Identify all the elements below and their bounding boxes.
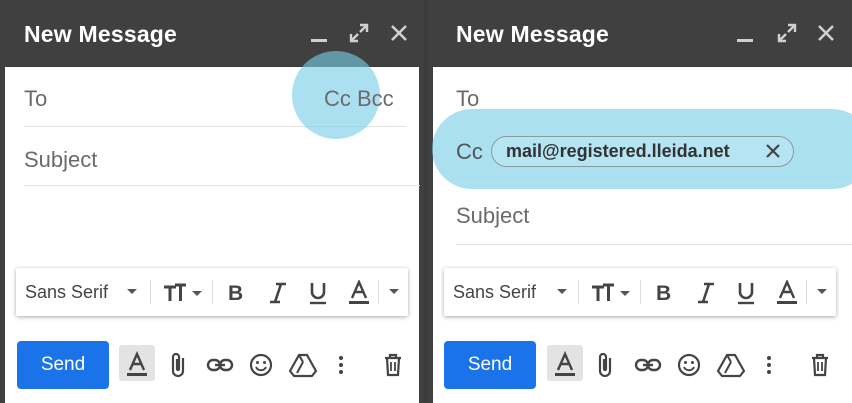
- italic-icon[interactable]: [268, 281, 288, 305]
- toolbar-divider: [212, 280, 213, 304]
- expand-icon[interactable]: [348, 22, 370, 44]
- more-formatting-icon[interactable]: [816, 288, 828, 298]
- underline-icon[interactable]: [736, 280, 756, 306]
- font-size-icon[interactable]: [162, 280, 204, 304]
- more-formatting-icon[interactable]: [388, 288, 400, 298]
- close-icon[interactable]: [815, 22, 837, 44]
- text-format-icon[interactable]: [550, 350, 580, 380]
- close-icon[interactable]: [388, 22, 410, 44]
- recipient-chip[interactable]: mail@registered.lleida.net: [491, 136, 794, 167]
- toolbar-divider: [640, 280, 641, 304]
- toolbar-divider: [578, 280, 579, 304]
- text-color-icon[interactable]: [348, 280, 370, 306]
- toolbar-divider: [150, 280, 151, 304]
- drive-icon[interactable]: [288, 350, 318, 380]
- compose-title: New Message: [24, 21, 178, 47]
- italic-icon[interactable]: [696, 281, 716, 305]
- drive-icon[interactable]: [716, 350, 746, 380]
- subject-row[interactable]: Subject: [24, 127, 420, 186]
- svg-text:B: B: [228, 282, 243, 305]
- toolbar-divider: [378, 280, 379, 304]
- font-select[interactable]: Sans Serif: [25, 282, 108, 303]
- cc-bcc-link[interactable]: Cc Bcc: [324, 86, 394, 112]
- svg-text:B: B: [656, 282, 671, 305]
- trash-icon[interactable]: [805, 350, 835, 380]
- font-select[interactable]: Sans Serif: [453, 282, 536, 303]
- minimize-icon[interactable]: [734, 22, 756, 44]
- font-size-icon[interactable]: [590, 280, 632, 304]
- more-options-icon[interactable]: [326, 350, 356, 380]
- bold-icon[interactable]: B: [654, 281, 674, 305]
- subject-input[interactable]: Subject: [24, 147, 97, 173]
- compose-titlebar[interactable]: New Message: [0, 0, 424, 67]
- more-options-icon[interactable]: [754, 350, 784, 380]
- emoji-icon[interactable]: [246, 350, 276, 380]
- expand-icon[interactable]: [776, 22, 798, 44]
- attach-icon[interactable]: [164, 350, 194, 380]
- subject-input[interactable]: Subject: [456, 203, 529, 229]
- minimize-icon[interactable]: [308, 22, 330, 44]
- send-button[interactable]: Send: [444, 341, 536, 389]
- send-button[interactable]: Send: [17, 341, 109, 389]
- compose-window-left: New Message To Cc Bcc Subject Sans Serif: [0, 0, 424, 403]
- underline-icon[interactable]: [308, 280, 328, 306]
- attach-icon[interactable]: [591, 350, 621, 380]
- window-frame: [419, 66, 424, 403]
- to-label: To: [24, 86, 48, 111]
- formatting-toolbar: Sans Serif B: [16, 268, 408, 316]
- window-frame: [428, 66, 433, 403]
- compose-title: New Message: [456, 21, 610, 47]
- text-color-icon[interactable]: [776, 280, 798, 306]
- text-format-icon[interactable]: [122, 350, 152, 380]
- chip-email: mail@registered.lleida.net: [506, 141, 730, 161]
- trash-icon[interactable]: [378, 350, 408, 380]
- subject-row[interactable]: Subject: [456, 186, 852, 245]
- chevron-down-icon[interactable]: [556, 288, 568, 298]
- emoji-icon[interactable]: [674, 350, 704, 380]
- compose-titlebar[interactable]: New Message: [428, 0, 852, 67]
- chevron-down-icon[interactable]: [126, 288, 138, 298]
- remove-recipient-icon[interactable]: [762, 140, 784, 162]
- compose-window-right: New Message To Subject Sans Serif B Send: [428, 0, 852, 403]
- cc-label: Cc: [456, 139, 483, 164]
- window-frame: [0, 66, 5, 403]
- link-icon[interactable]: [633, 350, 663, 380]
- toolbar-divider: [806, 280, 807, 304]
- formatting-toolbar: Sans Serif B: [444, 268, 836, 316]
- link-icon[interactable]: [205, 350, 235, 380]
- bold-icon[interactable]: B: [226, 281, 246, 305]
